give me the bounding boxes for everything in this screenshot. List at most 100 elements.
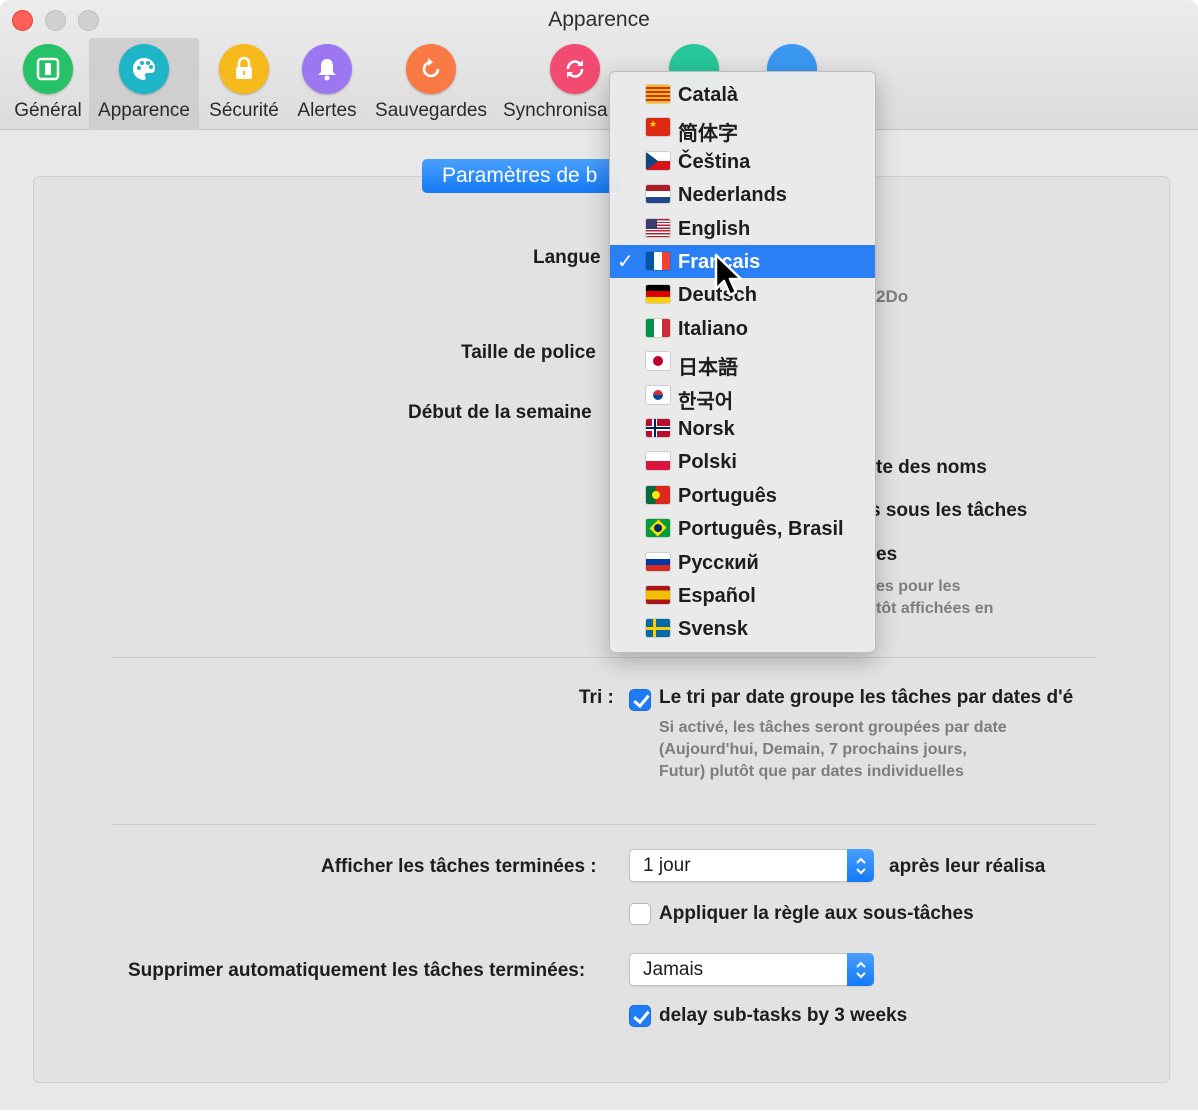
menu-item-language[interactable]: ★ 简体字 bbox=[610, 111, 875, 146]
menu-item-language[interactable]: Polski bbox=[610, 445, 875, 478]
menu-item-label: Português, Brasil bbox=[678, 518, 844, 541]
toolbar-tab-alerts[interactable]: Alertes bbox=[290, 38, 364, 130]
sort-hint: Si activé, les tâches seront groupées pa… bbox=[659, 719, 1007, 780]
tab-basic-settings[interactable]: Paramètres de b bbox=[422, 159, 622, 193]
option-text: te des noms bbox=[876, 457, 987, 478]
flag-pt-icon bbox=[646, 485, 670, 504]
language-menu: Català★简体字ČeštinaNederlandsEnglish✓Franç… bbox=[609, 71, 876, 653]
option-hint: es pour les tôt affichées en bbox=[876, 578, 994, 617]
language-label: Langue bbox=[533, 247, 601, 268]
select-value: 1 jour bbox=[643, 855, 691, 876]
menu-item-language[interactable]: Svensk bbox=[610, 612, 875, 645]
settings-panel bbox=[33, 176, 1170, 1083]
toolbar-label: Sécurité bbox=[209, 100, 279, 121]
menu-item-label: Italiano bbox=[678, 317, 749, 340]
apply-subtasks-checkbox[interactable] bbox=[629, 903, 651, 925]
flag-kr-icon bbox=[646, 385, 670, 404]
menu-item-label: Nederlands bbox=[678, 184, 787, 207]
toolbar-tab-general[interactable]: Général bbox=[10, 38, 86, 130]
flag-se-icon bbox=[646, 619, 670, 638]
menu-item-language[interactable]: Norsk bbox=[610, 412, 875, 445]
toolbar-tab-appearance[interactable]: Apparence bbox=[89, 38, 199, 130]
title-bar: Apparence Général Apparence Sécurité Ale… bbox=[0, 0, 1198, 130]
sync-icon bbox=[550, 44, 600, 94]
menu-item-label: Русский bbox=[678, 551, 759, 574]
separator bbox=[112, 657, 1096, 658]
flag-no-icon bbox=[646, 419, 670, 437]
menu-item-label: Català bbox=[678, 84, 739, 106]
language-hint: 2Do bbox=[876, 287, 909, 306]
menu-item-language[interactable]: Italiano bbox=[610, 312, 875, 345]
menu-item-label: Español bbox=[678, 585, 756, 607]
lock-icon bbox=[219, 44, 269, 94]
toolbar-label: Général bbox=[14, 100, 82, 121]
mouse-cursor-icon bbox=[714, 253, 743, 297]
delay-subtasks-checkbox[interactable] bbox=[629, 1005, 651, 1027]
show-completed-label: Afficher les tâches terminées : bbox=[321, 856, 597, 877]
font-size-label: Taille de police bbox=[461, 342, 596, 363]
chevron-updown-icon bbox=[847, 849, 874, 882]
sort-label: Tri : bbox=[579, 687, 614, 708]
option-text: s sous les tâches bbox=[870, 500, 1028, 521]
flag-jp-icon bbox=[646, 352, 670, 371]
flag-es-icon bbox=[646, 586, 670, 604]
delay-subtasks-label: delay sub-tasks by 3 weeks bbox=[659, 1005, 908, 1026]
menu-item-language[interactable]: 한국어 bbox=[610, 379, 875, 413]
menu-item-label: Polski bbox=[678, 451, 737, 474]
show-completed-suffix: après leur réalisa bbox=[889, 856, 1046, 877]
flag-de-icon bbox=[646, 285, 670, 304]
menu-item-label: 日本語 bbox=[678, 357, 738, 380]
sort-by-date-checkbox[interactable] bbox=[629, 689, 651, 711]
preferences-window: Apparence Général Apparence Sécurité Ale… bbox=[0, 0, 1198, 1110]
toolbar-tab-backups[interactable]: Sauvegardes bbox=[370, 38, 492, 130]
toolbar-label: Sauvegardes bbox=[375, 100, 487, 121]
menu-item-language[interactable]: Nederlands bbox=[610, 178, 875, 211]
flag-cn-icon: ★ bbox=[646, 118, 670, 137]
flag-cz-icon bbox=[646, 151, 670, 170]
toolbar-label: Apparence bbox=[98, 100, 190, 121]
flag-ca-icon bbox=[646, 85, 670, 103]
menu-item-language[interactable]: Русский bbox=[610, 546, 875, 579]
menu-item-language[interactable]: Català bbox=[610, 78, 875, 111]
toolbar-label: Synchronisa bbox=[503, 100, 608, 121]
flag-nl-icon bbox=[646, 185, 670, 204]
auto-delete-label: Supprimer automatiquement les tâches ter… bbox=[128, 960, 586, 981]
checkmark-icon: ✓ bbox=[617, 251, 634, 273]
menu-item-label: Svensk bbox=[678, 618, 749, 641]
show-completed-select[interactable]: 1 jour bbox=[629, 849, 874, 882]
separator bbox=[112, 824, 1096, 825]
select-value: Jamais bbox=[643, 959, 704, 980]
menu-item-language[interactable]: English bbox=[610, 212, 875, 245]
backup-icon bbox=[406, 44, 456, 94]
apply-subtasks-label: Appliquer la règle aux sous-tâches bbox=[659, 903, 974, 924]
option-text: es bbox=[876, 544, 898, 565]
flag-br-icon bbox=[646, 519, 670, 538]
sort-by-date-text: Le tri par date groupe les tâches par da… bbox=[659, 687, 1074, 708]
menu-item-label: Čeština bbox=[678, 150, 751, 173]
menu-item-label: Português bbox=[678, 484, 777, 507]
menu-item-language[interactable]: Español bbox=[610, 579, 875, 612]
menu-item-language[interactable]: Čeština bbox=[610, 145, 875, 178]
menu-item-language[interactable]: Português, Brasil bbox=[610, 512, 875, 545]
general-icon bbox=[23, 44, 73, 94]
auto-delete-select[interactable]: Jamais bbox=[629, 953, 874, 986]
menu-item-label: English bbox=[678, 217, 751, 240]
bell-icon bbox=[302, 44, 352, 94]
flag-pl-icon bbox=[646, 452, 670, 471]
window-title: Apparence bbox=[548, 8, 650, 31]
menu-item-language[interactable]: Português bbox=[610, 479, 875, 512]
toolbar-label: Alertes bbox=[297, 100, 357, 121]
flag-it-icon bbox=[646, 318, 670, 337]
week-start-label: Début de la semaine bbox=[408, 402, 592, 423]
flag-ru-icon bbox=[646, 552, 670, 571]
menu-item-label: Norsk bbox=[678, 418, 735, 440]
window-shadow-strip bbox=[0, 1110, 1198, 1118]
toolbar-tab-security[interactable]: Sécurité bbox=[203, 38, 285, 130]
menu-item-label: 한국어 bbox=[678, 390, 734, 413]
menu-item-label: 简体字 bbox=[678, 123, 738, 146]
chevron-updown-icon bbox=[847, 953, 874, 986]
menu-item-language[interactable]: 日本語 bbox=[610, 345, 875, 380]
flag-fr-icon bbox=[646, 252, 670, 270]
palette-icon bbox=[119, 44, 169, 94]
flag-us-icon bbox=[646, 218, 670, 237]
